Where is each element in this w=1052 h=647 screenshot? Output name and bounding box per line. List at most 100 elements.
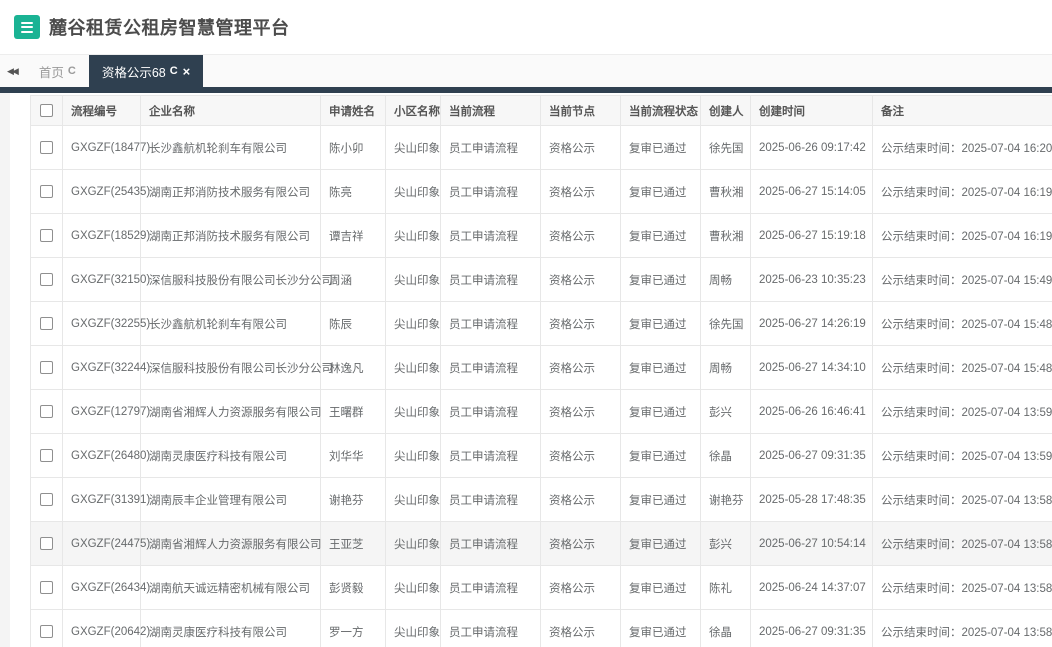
table-row: GXGZF(26480) 湖南灵康医疗科技有限公司 刘华华 尖山印象 员工申请流程 资格公… [30, 433, 1052, 478]
row-checkbox-cell [30, 521, 63, 566]
cell-status: 复审已通过 [620, 345, 701, 390]
cell-created_at: 2025-06-27 09:31:35 [750, 433, 873, 478]
cell-creator: 徐晶 [700, 433, 751, 478]
tab-bar: ◀◀ 首页 C 资格公示68 C × [0, 55, 1052, 87]
column-header: 创建人 [700, 95, 751, 126]
cell-node: 资格公示 [540, 301, 621, 346]
row-checkbox-cell [30, 169, 63, 214]
cell-community: 尖山印象 [385, 257, 441, 302]
cell-process: 员工申请流程 [440, 125, 541, 170]
cell-created_at: 2025-06-24 14:37:07 [750, 565, 873, 610]
cell-created_at: 2025-06-27 14:26:19 [750, 301, 873, 346]
cell-process: 员工申请流程 [440, 301, 541, 346]
cell-created_at: 2025-06-26 16:46:41 [750, 389, 873, 434]
cell-creator: 曹秋湘 [700, 169, 751, 214]
cell-node: 资格公示 [540, 345, 621, 390]
row-checkbox[interactable] [40, 537, 53, 550]
table-row: GXGZF(32150) 深信服科技股份有限公司长沙分公司 周涵 尖山印象 员工申请流程… [30, 257, 1052, 302]
column-header: 创建时间 [750, 95, 873, 126]
table-row: GXGZF(18529) 湖南正邦消防技术服务有限公司 谭吉祥 尖山印象 员工申请流程资… [30, 213, 1052, 258]
close-icon[interactable]: × [183, 65, 191, 78]
cell-company: 湖南省湘辉人力资源服务有限公司 [140, 521, 322, 566]
row-checkbox[interactable] [40, 493, 53, 506]
row-checkbox[interactable] [40, 625, 53, 638]
cell-process: 员工申请流程 [440, 433, 541, 478]
row-checkbox[interactable] [40, 405, 53, 418]
column-header: 当前流程状态 [620, 95, 701, 126]
table-row: GXGZF(32244) 深信服科技股份有限公司长沙分公司 林逸凡 尖山印象 员工申请流… [30, 345, 1052, 390]
refresh-icon[interactable]: C [68, 65, 76, 77]
cell-applicant: 彭贤毅 [320, 565, 386, 610]
table-row: GXGZF(18477) 长沙鑫航机轮刹车有限公司 陈小卯 尖山印象 员工申请流程 资格公… [30, 125, 1052, 170]
tab-home-label: 首页 [38, 65, 64, 80]
row-checkbox[interactable] [40, 317, 53, 330]
cell-remark: 公示结束时间：2025-07-04 15:48:43 [872, 345, 1052, 390]
row-checkbox[interactable] [40, 449, 53, 462]
table-row: GXGZF(12797) 湖南省湘辉人力资源服务有限公司 王曙群 尖山印象 员工申请流程… [30, 389, 1052, 434]
cell-status: 复审已通过 [620, 301, 701, 346]
table-row: GXGZF(26434) 湖南航天诚远精密机械有限公司 彭贤毅 尖山印象 员工申请流程资… [30, 565, 1052, 610]
cell-community: 尖山印象 [385, 213, 441, 258]
table-header-row: 流程编号 企业名称 申请姓名 小区名称 当前流程 当前节点 当前流程状态 创建人 创建时间 备注 [30, 95, 1052, 126]
cell-id: GXGZF(26480) [62, 433, 150, 478]
cell-creator: 周畅 [700, 345, 751, 390]
cell-creator: 曹秋湘 [700, 213, 751, 258]
row-checkbox-cell [30, 389, 63, 434]
cell-node: 资格公示 [540, 125, 621, 170]
column-header: 当前流程 [440, 95, 541, 126]
column-header: 小区名称 [385, 95, 441, 126]
cell-created_at: 2025-06-23 10:35:23 [750, 257, 873, 302]
table-row: GXGZF(32255) 长沙鑫航机轮刹车有限公司 陈辰 尖山印象 员工申请流程 资格公示… [30, 301, 1052, 346]
row-checkbox[interactable] [40, 581, 53, 594]
cell-created_at: 2025-06-27 10:54:14 [750, 521, 873, 566]
cell-status: 复审已通过 [620, 213, 701, 258]
cell-community: 尖山印象 [385, 477, 441, 522]
row-checkbox[interactable] [40, 185, 53, 198]
records-table: 流程编号 企业名称 申请姓名 小区名称 当前流程 当前节点 当前流程状态 创建人 创建时间 备注 … [30, 95, 1052, 647]
cell-node: 资格公示 [540, 477, 621, 522]
cell-remark: 公示结束时间：2025-07-04 13:58:16 [872, 609, 1052, 647]
cell-status: 复审已通过 [620, 609, 701, 647]
table-row: GXGZF(24475) 湖南省湘辉人力资源服务有限公司 王亚芝 尖山印象 员工申请流程… [30, 521, 1052, 566]
select-all-checkbox[interactable] [40, 104, 53, 117]
cell-status: 复审已通过 [620, 477, 701, 522]
cell-community: 尖山印象 [385, 301, 441, 346]
row-checkbox[interactable] [40, 273, 53, 286]
cell-id: GXGZF(32150) [62, 257, 150, 302]
row-checkbox-cell [30, 125, 63, 170]
select-all-cell [30, 95, 63, 126]
cell-company: 湖南省湘辉人力资源服务有限公司 [140, 389, 322, 434]
cell-community: 尖山印象 [385, 521, 441, 566]
cell-id: GXGZF(12797) [62, 389, 150, 434]
cell-company: 湖南正邦消防技术服务有限公司 [140, 213, 321, 258]
cell-remark: 公示结束时间：2025-07-04 16:19:37 [872, 169, 1052, 214]
tab-home[interactable]: 首页 C [26, 55, 89, 87]
cell-applicant: 周涵 [320, 257, 386, 302]
cell-created_at: 2025-06-27 15:19:18 [750, 213, 873, 258]
cell-remark: 公示结束时间：2025-07-04 13:58:41 [872, 521, 1052, 566]
cell-node: 资格公示 [540, 213, 621, 258]
menu-toggle-button[interactable] [14, 15, 40, 39]
cell-company: 深信服科技股份有限公司长沙分公司 [140, 257, 333, 302]
cell-creator: 彭兴 [700, 521, 751, 566]
cell-status: 复审已通过 [620, 257, 701, 302]
row-checkbox[interactable] [40, 229, 53, 242]
cell-applicant: 刘华华 [320, 433, 386, 478]
tab-qualification-label: 资格公示68 [101, 65, 166, 80]
cell-creator: 陈礼 [700, 565, 751, 610]
collapse-tabs-icon[interactable]: ◀◀ [0, 66, 26, 77]
cell-node: 资格公示 [540, 169, 621, 214]
cell-community: 尖山印象 [385, 125, 441, 170]
cell-remark: 公示结束时间：2025-07-04 16:20:02 [872, 125, 1052, 170]
cell-status: 复审已通过 [620, 433, 701, 478]
tab-qualification-publicity[interactable]: 资格公示68 C × [88, 55, 204, 87]
column-header: 申请姓名 [320, 95, 386, 126]
cell-creator: 徐晶 [700, 609, 751, 647]
refresh-icon[interactable]: C [170, 65, 178, 77]
cell-id: GXGZF(26434) [62, 565, 150, 610]
row-checkbox[interactable] [40, 141, 53, 154]
row-checkbox[interactable] [40, 361, 53, 374]
row-checkbox-cell [30, 565, 63, 610]
cell-process: 员工申请流程 [440, 565, 541, 610]
cell-created_at: 2025-06-27 15:14:05 [750, 169, 873, 214]
